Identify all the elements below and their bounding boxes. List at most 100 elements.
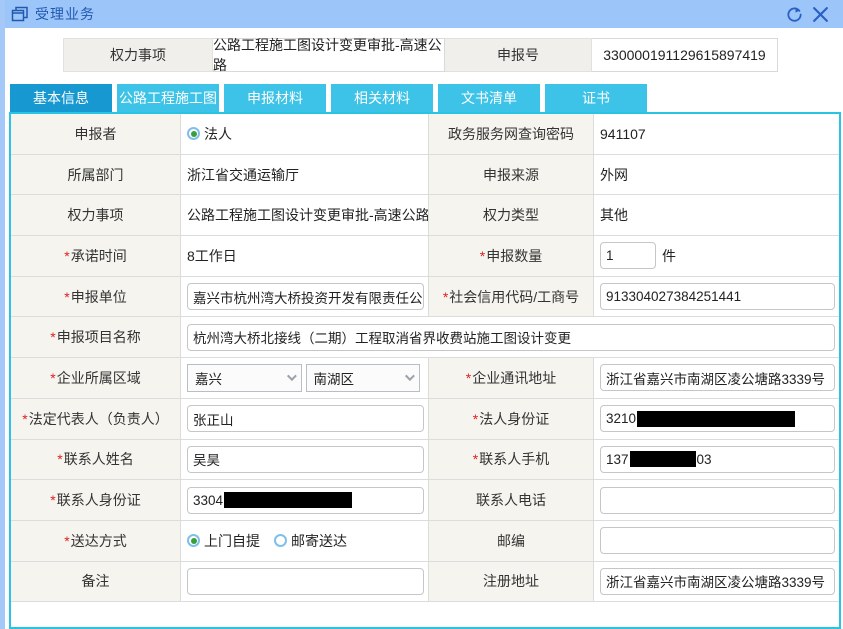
tab-basic-info[interactable]: 基本信息 (10, 84, 112, 112)
required-star: * (57, 451, 62, 467)
table-row: *申报单位 嘉兴市杭州湾大桥投资开发有限责任公司 *社会信用代码/工商号 913… (11, 277, 839, 318)
legal-rep-input[interactable]: 张正山 (187, 405, 424, 432)
credit-code-input[interactable]: 913304027384251441 (600, 283, 835, 310)
contact-id-label: *联系人身份证 (11, 480, 181, 520)
company-address-label-text: 企业通讯地址 (472, 368, 556, 388)
credit-code-value: 913304027384251441 (594, 277, 839, 317)
apply-unit-label: *申报单位 (11, 277, 181, 317)
required-star: * (443, 289, 448, 305)
required-star: * (64, 248, 69, 264)
legal-id-label: *法人身份证 (429, 399, 594, 439)
promise-time-label: *承诺时间 (11, 236, 181, 276)
quantity-input[interactable]: 1 (600, 242, 656, 269)
district-select-value: 南湖区 (314, 368, 355, 388)
contact-mobile-visible-suffix: 03 (697, 452, 712, 467)
radio-selected-icon (187, 127, 200, 140)
legal-rep-value: 张正山 (181, 399, 429, 439)
postcode-label: 邮编 (429, 521, 594, 561)
tab-construction-drawing[interactable]: 公路工程施工图 (117, 84, 219, 112)
legal-rep-label-text: 法定代表人（负责人） (29, 409, 169, 429)
region-label: *企业所属区域 (11, 358, 181, 398)
contact-phone-input[interactable] (600, 487, 835, 514)
application-no-label: 申报号 (445, 38, 592, 72)
table-row: 备注 注册地址 浙江省嘉兴市南湖区凌公塘路3339号（嘉 (11, 562, 839, 603)
required-star: * (473, 451, 478, 467)
promise-time-value: 8工作日 (181, 236, 429, 276)
table-row: *企业所属区域 嘉兴 南湖区 *企业通讯地址 浙江省嘉兴市南湖区凌公塘路3339… (11, 358, 839, 399)
contact-mobile-label-text: 联系人手机 (479, 449, 549, 469)
contact-id-input[interactable]: 3304 (187, 487, 424, 514)
contact-name-value: 吴昊 (181, 440, 429, 480)
radio-pickup-label: 上门自提 (204, 531, 260, 551)
table-row: *联系人身份证 3304 联系人电话 (11, 480, 839, 521)
quantity-label-text: 申报数量 (486, 246, 542, 266)
required-star: * (473, 411, 478, 427)
city-select-value: 嘉兴 (195, 368, 222, 388)
radio-legal-person[interactable]: 法人 (187, 124, 232, 144)
applicant-label: 申报者 (11, 114, 181, 154)
quantity-unit: 件 (662, 246, 676, 266)
company-address-value: 浙江省嘉兴市南湖区凌公塘路3339号（嘉 (594, 358, 839, 398)
query-password-label: 政务服务网查询密码 (429, 114, 594, 154)
header-strip: 权力事项 公路工程施工图设计变更审批-高速公路 申报号 330000191129… (63, 38, 843, 72)
reg-address-input[interactable]: 浙江省嘉兴市南湖区凌公塘路3339号（嘉 (600, 568, 835, 595)
refresh-button[interactable] (781, 2, 807, 26)
radio-legal-person-label: 法人 (204, 124, 232, 144)
apply-unit-label-text: 申报单位 (71, 287, 127, 307)
remark-input[interactable] (187, 568, 424, 595)
table-row: *送达方式 上门自提 邮寄送达 邮编 (11, 521, 839, 562)
apply-unit-input[interactable]: 嘉兴市杭州湾大桥投资开发有限责任公司 (187, 283, 424, 310)
close-button[interactable] (807, 2, 833, 26)
power-type-label: 权力类型 (429, 195, 594, 235)
table-row: 申报者 法人 政务服务网查询密码 941107 (11, 114, 839, 155)
legal-id-visible-prefix: 3210 (606, 411, 636, 426)
required-star: * (480, 248, 485, 264)
required-star: * (50, 492, 55, 508)
company-address-input[interactable]: 浙江省嘉兴市南湖区凌公塘路3339号（嘉 (600, 364, 835, 391)
required-star: * (50, 370, 55, 386)
source-label: 申报来源 (429, 155, 594, 195)
required-star: * (50, 329, 55, 345)
contact-name-input[interactable]: 吴昊 (187, 446, 424, 473)
table-row: * 法定代表人（负责人） 张正山 *法人身份证 3210 (11, 399, 839, 440)
project-name-input[interactable]: 杭州湾大桥北接线（二期）工程取消省界收费站施工图设计变更 (187, 324, 835, 351)
tab-bar: 基本信息 公路工程施工图 申报材料 相关材料 文书清单 证书 (10, 84, 843, 112)
contact-phone-label: 联系人电话 (429, 480, 594, 520)
redaction-bar (630, 451, 696, 467)
chevron-down-icon (405, 372, 415, 382)
region-label-text: 企业所属区域 (57, 368, 141, 388)
contact-mobile-value: 137 03 (594, 440, 839, 480)
application-no-value: 330000191129615897419 (592, 38, 778, 72)
redaction-bar (637, 411, 795, 427)
postcode-input[interactable] (600, 527, 835, 554)
power-item-value: 公路工程施工图设计变更审批-高速公路 (181, 195, 429, 235)
legal-id-input[interactable]: 3210 (600, 405, 835, 432)
radio-selected-icon (187, 534, 200, 547)
power-item-header-label: 权力事项 (63, 38, 213, 72)
contact-mobile-input[interactable]: 137 03 (600, 446, 835, 473)
required-star: * (466, 370, 471, 386)
radio-pickup[interactable]: 上门自提 (187, 531, 260, 551)
city-select[interactable]: 嘉兴 (187, 364, 302, 392)
remark-value (181, 562, 429, 602)
source-value: 外网 (594, 155, 839, 195)
district-select[interactable]: 南湖区 (306, 364, 421, 392)
company-address-label: *企业通讯地址 (429, 358, 594, 398)
table-row: 所属部门 浙江省交通运输厅 申报来源 外网 (11, 155, 839, 196)
project-name-label: *申报项目名称 (11, 317, 181, 357)
tab-certificate[interactable]: 证书 (545, 84, 647, 112)
contact-name-label-text: 联系人姓名 (64, 449, 134, 469)
tab-application-materials[interactable]: 申报材料 (224, 84, 326, 112)
radio-mail[interactable]: 邮寄送达 (274, 531, 347, 551)
tab-document-list[interactable]: 文书清单 (438, 84, 540, 112)
required-star: * (64, 533, 69, 549)
window-restore-icon (11, 6, 29, 22)
chevron-down-icon (286, 372, 296, 382)
panel-filler (11, 602, 839, 627)
apply-unit-value: 嘉兴市杭州湾大桥投资开发有限责任公司 (181, 277, 429, 317)
region-value: 嘉兴 南湖区 (181, 358, 429, 398)
contact-mobile-visible-prefix: 137 (606, 452, 629, 467)
table-row: *申报项目名称 杭州湾大桥北接线（二期）工程取消省界收费站施工图设计变更 (11, 317, 839, 358)
project-name-value: 杭州湾大桥北接线（二期）工程取消省界收费站施工图设计变更 (181, 317, 839, 357)
tab-related-materials[interactable]: 相关材料 (331, 84, 433, 112)
